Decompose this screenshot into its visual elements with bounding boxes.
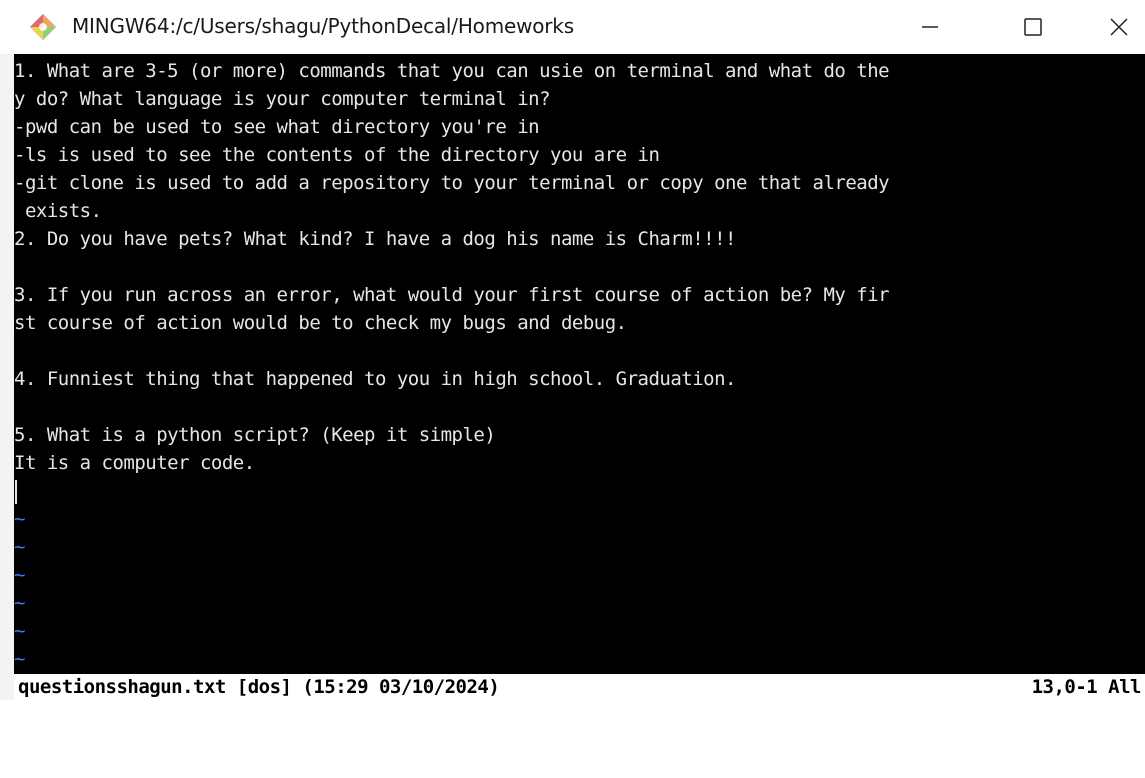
text-cursor	[15, 479, 17, 504]
title-bar[interactable]: MINGW64:/c/Users/shagu/PythonDecal/Homew…	[0, 0, 1145, 54]
minimize-icon	[922, 26, 938, 28]
editor-line[interactable]: st course of action would be to check my…	[14, 309, 1145, 337]
editor-line[interactable]	[14, 337, 1145, 365]
empty-line-marker: ~	[14, 536, 25, 558]
editor-line[interactable]: 2. Do you have pets? What kind? I have a…	[14, 225, 1145, 253]
git-diamond-icon	[30, 14, 56, 40]
empty-line-marker: ~	[14, 508, 25, 530]
terminal-editor-area[interactable]: 1. What are 3-5 (or more) commands that …	[14, 54, 1145, 700]
editor-line[interactable]: 5. What is a python script? (Keep it sim…	[14, 421, 1145, 449]
editor-line[interactable]	[14, 253, 1145, 281]
maximize-icon	[1024, 18, 1042, 36]
minimize-button[interactable]	[900, 0, 960, 54]
background-window-strip	[0, 0, 14, 700]
editor-line[interactable]: 1. What are 3-5 (or more) commands that …	[14, 57, 1145, 85]
empty-line-marker: ~	[14, 620, 25, 642]
status-bar: questionsshagun.txt [dos] (15:29 03/10/2…	[14, 674, 1145, 700]
editor-line[interactable]: It is a computer code.	[14, 449, 1145, 477]
editor-line[interactable]: -pwd can be used to see what directory y…	[14, 113, 1145, 141]
editor-line[interactable]: 3. If you run across an error, what woul…	[14, 281, 1145, 309]
close-icon	[1110, 18, 1128, 36]
empty-line-marker: ~	[14, 564, 25, 586]
editor-line[interactable]: -git clone is used to add a repository t…	[14, 169, 1145, 197]
editor-line[interactable]: y do? What language is your computer ter…	[14, 85, 1145, 113]
empty-line-marker: ~	[14, 592, 25, 614]
editor-line[interactable]	[14, 393, 1145, 421]
empty-line-marker: ~	[14, 648, 25, 670]
editor-line[interactable]: 4. Funniest thing that happened to you i…	[14, 365, 1145, 393]
close-button[interactable]	[1093, 0, 1145, 54]
window-title: MINGW64:/c/Users/shagu/PythonDecal/Homew…	[72, 14, 574, 38]
cursor-line[interactable]	[14, 477, 1145, 505]
status-cursor-position: 13,0-1 All	[1031, 676, 1142, 698]
status-file-info: questionsshagun.txt [dos] (15:29 03/10/2…	[18, 676, 500, 698]
editor-lines[interactable]: 1. What are 3-5 (or more) commands that …	[14, 57, 1145, 673]
maximize-button[interactable]	[1003, 0, 1063, 54]
vim-status-line: questionsshagun.txt [dos] (15:29 03/10/2…	[14, 672, 1145, 700]
editor-line[interactable]: -ls is used to see the contents of the d…	[14, 141, 1145, 169]
editor-line[interactable]: exists.	[14, 197, 1145, 225]
